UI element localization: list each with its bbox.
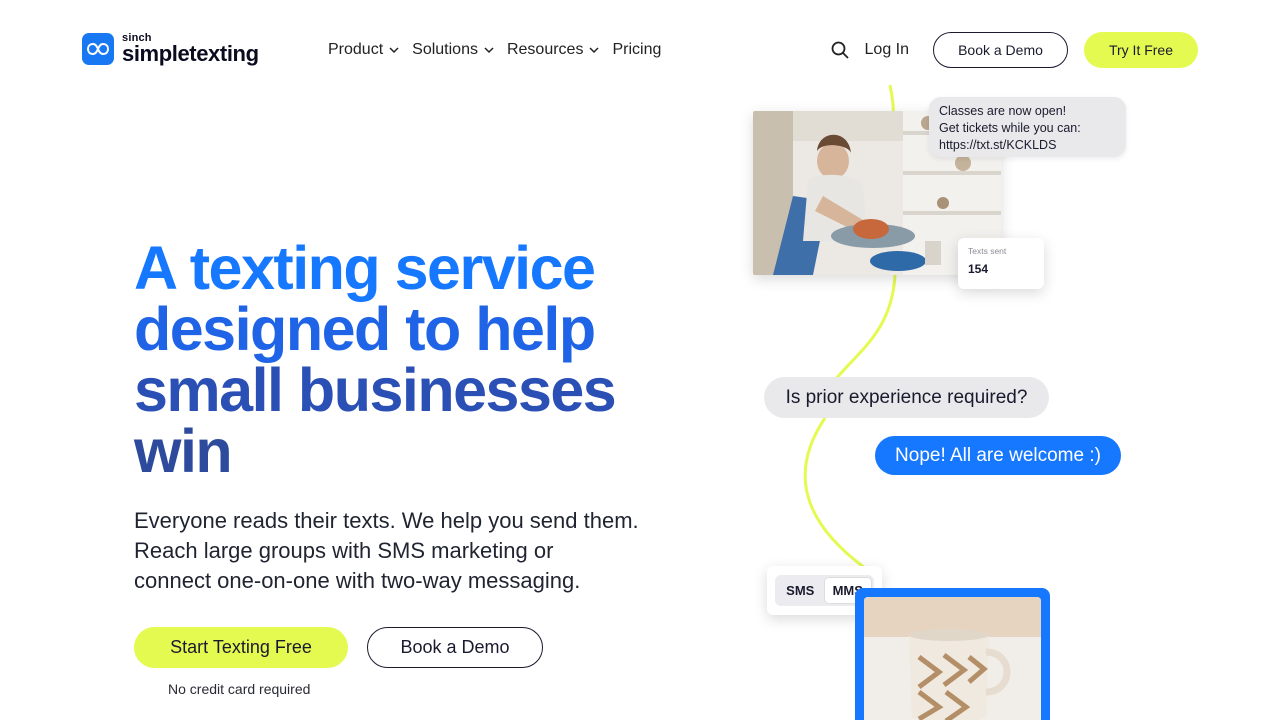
logo-name: simpletexting [122, 41, 259, 66]
hero-subtitle-line-1: Everyone reads their texts. We help you … [134, 508, 639, 533]
nav-pricing-label: Pricing [612, 41, 662, 58]
texts-sent-card: Texts sent 154 [958, 238, 1044, 289]
hero-title-line-3: small businesses [134, 356, 617, 424]
top-nav: sinch simpletexting Product Solutions Re… [0, 0, 1280, 100]
logo[interactable]: sinch simpletexting [82, 33, 259, 65]
chevron-down-icon [484, 47, 494, 54]
hero-title-line-2: designed to help [134, 295, 596, 363]
login-link[interactable]: Log In [865, 41, 909, 59]
mug-photo [864, 597, 1041, 720]
hero-subtitle-line-3: connect one-on-one with two-way messagin… [134, 568, 581, 593]
chevron-down-icon [389, 47, 399, 54]
nav-product[interactable]: Product [328, 40, 400, 60]
nav-resources-label: Resources [506, 41, 584, 58]
phone-frame [855, 588, 1050, 720]
message-line-3: https://txt.st/KCKLDS [939, 138, 1057, 152]
no-credit-card-note: No credit card required [168, 681, 311, 697]
chevron-down-icon [589, 47, 599, 54]
message-bubble-question: Is prior experience required? [764, 377, 1049, 418]
book-demo-button[interactable]: Book a Demo [933, 32, 1068, 68]
nav-product-label: Product [328, 41, 384, 58]
search-icon [831, 41, 849, 59]
message-bubble-reply: Nope! All are welcome :) [875, 436, 1121, 475]
texts-sent-value: 154 [968, 262, 989, 276]
nav-pricing[interactable]: Pricing [612, 40, 661, 60]
hero-title-line-1: A texting service [134, 234, 596, 302]
try-free-button[interactable]: Try It Free [1084, 32, 1198, 68]
message-line-1: Classes are now open! [939, 104, 1067, 118]
hero-subtitle-line-2: Reach large groups with SMS marketing or [134, 538, 554, 563]
start-texting-free-button[interactable]: Start Texting Free [134, 627, 348, 668]
main-menu: Product Solutions Resources Pricing [328, 40, 661, 60]
hero-book-demo-button[interactable]: Book a Demo [367, 627, 543, 668]
hero-title-line-4: win [134, 417, 233, 485]
hero-subtitle: Everyone reads their texts. We help you … [134, 506, 714, 596]
nav-actions: Log In Book a Demo Try It Free [829, 32, 1198, 68]
search-button[interactable] [829, 39, 851, 61]
logo-icon [82, 33, 114, 65]
nav-solutions[interactable]: Solutions [412, 40, 495, 60]
message-bubble-announcement: Classes are now open! Get tickets while … [929, 97, 1126, 157]
toggle-sms[interactable]: SMS [777, 577, 824, 604]
texts-sent-label: Texts sent [968, 246, 1007, 256]
hero-title: A texting service designed to help small… [134, 238, 694, 482]
nav-solutions-label: Solutions [412, 41, 478, 58]
message-line-2: Get tickets while you can: [939, 121, 1081, 135]
nav-resources[interactable]: Resources [507, 40, 600, 60]
